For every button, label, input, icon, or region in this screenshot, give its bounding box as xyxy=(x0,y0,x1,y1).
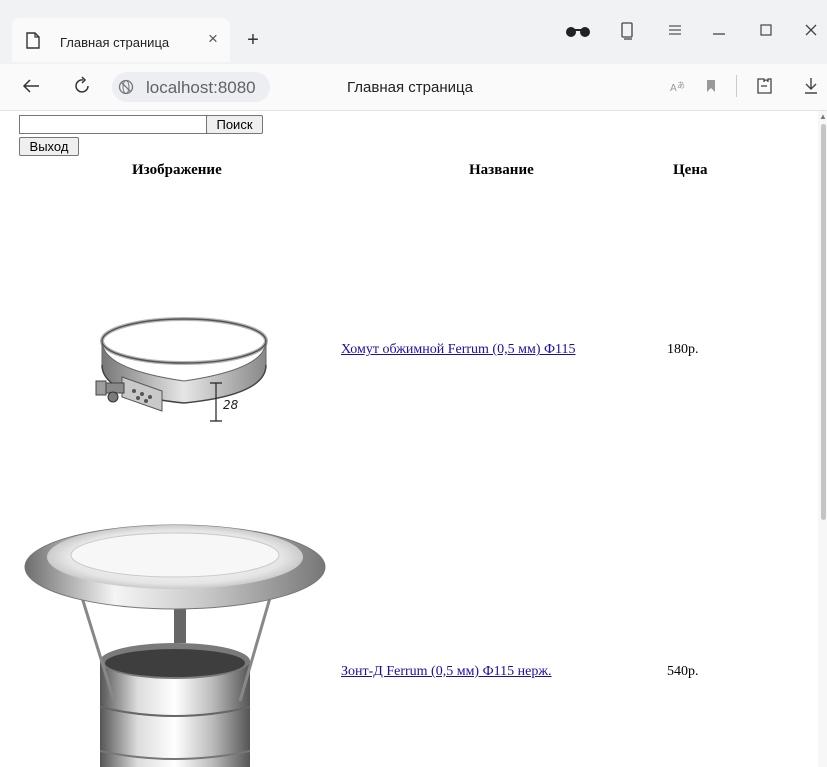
back-arrow-icon[interactable] xyxy=(22,78,40,94)
tab-title: Главная страница xyxy=(60,35,170,50)
site-info-icon[interactable] xyxy=(118,79,134,95)
clamp-dimension-label: 28 xyxy=(223,398,239,412)
browser-tab-bar: Главная страница × + xyxy=(0,0,827,65)
bookmark-icon[interactable] xyxy=(706,79,716,93)
product-link[interactable]: Хомут обжимной Ferrum (0,5 мм) Ф115 xyxy=(341,342,576,358)
page-viewport: Поиск Выход Изображение Название Цена 28… xyxy=(0,111,818,767)
maximize-icon[interactable] xyxy=(760,24,772,36)
collections-icon[interactable] xyxy=(620,22,634,40)
browser-toolbar: localhost:8080 Главная страница A あ xyxy=(0,64,827,111)
toolbar-page-title: Главная страница xyxy=(347,79,473,96)
download-icon[interactable] xyxy=(804,77,818,95)
clamp-image: 28 xyxy=(95,317,268,422)
search-input[interactable] xyxy=(19,115,208,134)
column-header-price: Цена xyxy=(673,162,708,178)
chimney-cap-image xyxy=(24,524,326,767)
column-header-image: Изображение xyxy=(132,162,222,178)
new-tab-button[interactable]: + xyxy=(242,30,264,52)
scroll-up-icon[interactable]: ▲ xyxy=(819,112,827,121)
address-bar[interactable]: localhost:8080 xyxy=(112,72,270,102)
svg-text:A: A xyxy=(670,83,677,93)
incognito-glasses-icon[interactable] xyxy=(564,26,592,38)
logout-button[interactable]: Выход xyxy=(19,137,79,156)
scrollbar-thumb[interactable] xyxy=(821,124,826,520)
column-header-name: Название xyxy=(469,162,534,178)
svg-text:あ: あ xyxy=(677,81,685,90)
toolbar-separator xyxy=(736,75,737,97)
reload-icon[interactable] xyxy=(74,76,92,96)
search-button[interactable]: Поиск xyxy=(206,115,263,134)
page-icon xyxy=(26,32,40,49)
address-text[interactable]: localhost:8080 xyxy=(146,78,256,98)
window-close-icon[interactable] xyxy=(805,24,817,36)
tab-close-icon[interactable]: × xyxy=(204,29,222,49)
translate-icon[interactable]: A あ xyxy=(670,79,686,93)
browser-tab[interactable]: Главная страница × xyxy=(12,18,230,62)
minimize-icon[interactable] xyxy=(712,30,726,36)
product-price: 540р. xyxy=(667,664,699,679)
menu-icon[interactable] xyxy=(668,24,682,36)
product-price: 180р. xyxy=(667,342,699,357)
extensions-icon[interactable] xyxy=(754,76,774,96)
product-link[interactable]: Зонт-Д Ferrum (0,5 мм) Ф115 нерж. xyxy=(341,664,552,680)
